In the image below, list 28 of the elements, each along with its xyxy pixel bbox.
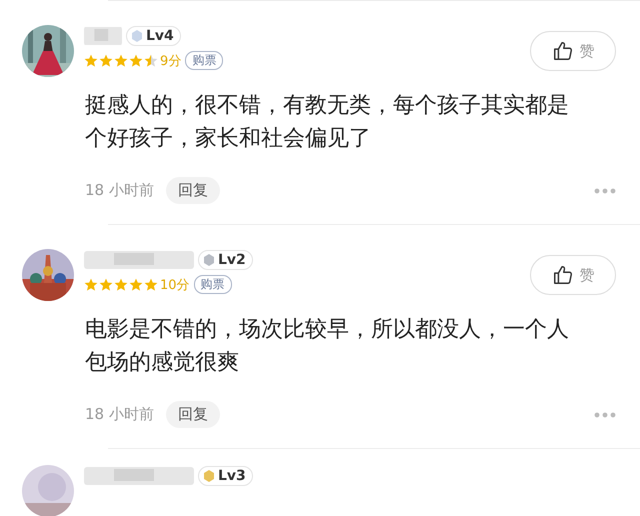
ticket-tag: 购票: [194, 275, 232, 294]
level-text: Lv2: [218, 252, 246, 268]
ticket-tag: 购票: [185, 51, 224, 70]
star-icon: [114, 278, 128, 292]
star-icon: [84, 54, 98, 68]
star-icon: [129, 278, 143, 292]
more-icon[interactable]: [594, 188, 616, 194]
timestamp: 18 小时前: [85, 405, 154, 424]
level-text: Lv3: [218, 468, 246, 484]
star-icon: [129, 54, 143, 68]
timestamp: 18 小时前: [85, 181, 154, 200]
comment-text: 挺感人的，很不错，有教无类，每个孩子其实都是个好孩子，家长和社会偏见了: [85, 92, 570, 153]
thumbs-up-icon: [552, 40, 574, 62]
star-icon: [144, 54, 158, 68]
star-icon: [144, 278, 158, 292]
score-text: 9分: [160, 52, 182, 70]
reply-button[interactable]: 回复: [166, 401, 220, 428]
star-icon: [99, 54, 113, 68]
thumbs-up-icon: [552, 264, 574, 286]
reply-button[interactable]: 回复: [166, 177, 220, 204]
more-icon[interactable]: [594, 412, 616, 418]
star-icon: [99, 278, 113, 292]
comment-text: 电影是不错的，场次比较早，所以都没人，一个人包场的感觉很爽: [85, 316, 570, 377]
blurred-username: [84, 25, 122, 47]
level-text: Lv4: [146, 28, 174, 44]
star-icon: [84, 278, 98, 292]
star-icon: [114, 54, 128, 68]
score-text: 10分: [160, 276, 190, 294]
